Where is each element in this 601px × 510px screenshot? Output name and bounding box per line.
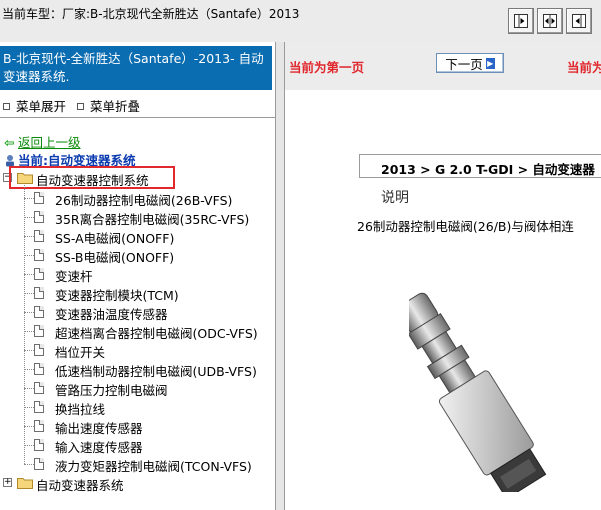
document-icon [34, 192, 44, 204]
tree-connector [24, 426, 34, 427]
next-page-label: 下一页 [445, 56, 483, 72]
collapse-icon [77, 103, 84, 110]
left-panel-header: B-北京现代-全新胜达（Santafe）-2013- 自动变速器系统. [0, 46, 272, 90]
page-indicator-right: 当前为 [567, 60, 601, 75]
content-panel: 当前为第一页 下一页 ▶ 当前为 2013 > G 2.0 T-GDI > 自动… [284, 42, 601, 510]
expand-all-button[interactable]: 菜单展开 [3, 96, 66, 115]
tree-connector [24, 255, 34, 256]
panel-left-button[interactable] [508, 8, 534, 34]
tree-leaf[interactable]: 26制动器控制电磁阀(26B-VFS) [34, 189, 274, 208]
tree-leaf-label: 液力变矩器控制电磁阀(TCON-VFS) [55, 459, 252, 474]
tree-leaf-label: 换挡拉线 [55, 402, 106, 417]
divider [0, 117, 276, 118]
description-text: 26制动器控制电磁阀(26/B)与阀体相连 [357, 219, 574, 234]
document-icon [34, 268, 44, 280]
document-icon [34, 420, 44, 432]
tree-leaf-label: 输出速度传感器 [55, 421, 143, 436]
tree-toggle-sibling[interactable]: + [3, 478, 12, 487]
tree-leaf[interactable]: 变速器油温度传感器 [34, 303, 274, 322]
tree-leaf-label: SS-B电磁阀(ONOFF) [55, 250, 175, 265]
document-icon [34, 306, 44, 318]
expand-icon [3, 103, 10, 110]
tree-node-sibling[interactable]: 自动变速器系统 [36, 475, 124, 494]
tree-leaf-label: 35R离合器控制电磁阀(35RC-VFS) [55, 212, 250, 227]
tree-leaf[interactable]: 变速器控制模块(TCM) [34, 284, 274, 303]
tree-leaf-label: 超速档离合器控制电磁阀(ODC-VFS) [55, 326, 258, 341]
vehicle-info: 当前车型：厂家:B-北京现代全新胜达（Santafe）2013 [2, 7, 300, 21]
folder-icon [17, 478, 33, 489]
tree-leaf-label: 低速档制动器控制电磁阀(UDB-VFS) [55, 364, 257, 379]
tree-leaf[interactable]: SS-B电磁阀(ONOFF) [34, 246, 274, 265]
solenoid-valve-image [409, 292, 547, 492]
selection-highlight [9, 166, 175, 189]
content-toolbar: 当前为第一页 下一页 ▶ 当前为 [285, 42, 601, 90]
tree-leaf[interactable]: 换挡拉线 [34, 398, 274, 417]
breadcrumb: 2013 > G 2.0 T-GDI > 自动变速器 [381, 162, 595, 177]
menu-controls: 菜单展开 菜单折叠 [0, 92, 272, 114]
panel-split-icon [543, 14, 557, 28]
tree-leaf[interactable]: 35R离合器控制电磁阀(35RC-VFS) [34, 208, 274, 227]
tree-leaf[interactable]: 超速档离合器控制电磁阀(ODC-VFS) [34, 322, 274, 341]
next-page-button[interactable]: 下一页 ▶ [436, 53, 504, 73]
panel-right-icon [572, 14, 586, 28]
tree-connector [24, 185, 25, 464]
document-icon [34, 363, 44, 375]
document-icon [34, 211, 44, 223]
document-icon [34, 401, 44, 413]
breadcrumb-bar: 2013 > G 2.0 T-GDI > 自动变速器 [359, 154, 601, 178]
tree-connector [24, 293, 34, 294]
next-arrow-icon: ▶ [485, 57, 495, 69]
tree-leaf[interactable]: 变速杆 [34, 265, 274, 284]
document-icon [34, 287, 44, 299]
panel-left-icon [514, 14, 528, 28]
tree-leaf[interactable]: 管路压力控制电磁阀 [34, 379, 274, 398]
tree-connector [24, 407, 34, 408]
collapse-all-label: 菜单折叠 [90, 99, 141, 114]
tree-connector [24, 464, 34, 465]
tree-leaf-label: 档位开关 [55, 345, 106, 360]
tree-leaf-label: 变速器油温度传感器 [55, 307, 168, 322]
back-link-label: 返回上一级 [18, 135, 81, 150]
tree-connector [24, 274, 34, 275]
top-bar: 当前车型：厂家:B-北京现代全新胜达（Santafe）2013 [0, 0, 601, 42]
left-panel: B-北京现代-全新胜达（Santafe）-2013- 自动变速器系统. 菜单展开… [0, 42, 276, 510]
tree-connector [24, 198, 34, 199]
section-title: 说明 [381, 190, 409, 206]
panel-split-button[interactable] [537, 8, 563, 34]
document-icon [34, 230, 44, 242]
tree-connector [24, 331, 34, 332]
tree-leaf[interactable]: SS-A电磁阀(ONOFF) [34, 227, 274, 246]
tree-connector [24, 369, 34, 370]
tree-leaf[interactable]: 低速档制动器控制电磁阀(UDB-VFS) [34, 360, 274, 379]
document-icon [34, 458, 44, 470]
tree-leaf-label: 变速杆 [55, 269, 93, 284]
collapse-all-button[interactable]: 菜单折叠 [77, 96, 140, 115]
document-icon [34, 382, 44, 394]
tree-leaf[interactable]: 输入速度传感器 [34, 436, 274, 455]
tree-connector [24, 350, 34, 351]
tree-connector [24, 217, 34, 218]
tree-leaf[interactable]: 输出速度传感器 [34, 417, 274, 436]
tree-leaf-label: 输入速度传感器 [55, 440, 143, 455]
tree-leaf-label: 管路压力控制电磁阀 [55, 383, 168, 398]
document-icon [34, 439, 44, 451]
document-icon [34, 325, 44, 337]
tree-connector [24, 388, 34, 389]
tree-connector [24, 445, 34, 446]
back-link[interactable]: ⇦ 返回上一级 [4, 132, 81, 151]
tree-leaf[interactable]: 液力变矩器控制电磁阀(TCON-VFS) [34, 455, 274, 474]
tree-connector [24, 236, 34, 237]
back-arrow-icon: ⇦ [4, 135, 15, 150]
panel-right-button[interactable] [566, 8, 592, 34]
tree-leaf-label: SS-A电磁阀(ONOFF) [55, 231, 175, 246]
document-icon [34, 249, 44, 261]
tree-leaf-label: 26制动器控制电磁阀(26B-VFS) [55, 193, 233, 208]
tree-connector [24, 312, 34, 313]
expand-all-label: 菜单展开 [16, 99, 67, 114]
tree-leaf-label: 变速器控制模块(TCM) [55, 288, 179, 303]
app-window: 当前车型：厂家:B-北京现代全新胜达（Santafe）2013 B-北京现代-全… [0, 0, 601, 510]
page-indicator: 当前为第一页 [289, 60, 365, 75]
tree-leaf[interactable]: 档位开关 [34, 341, 274, 360]
document-icon [34, 344, 44, 356]
